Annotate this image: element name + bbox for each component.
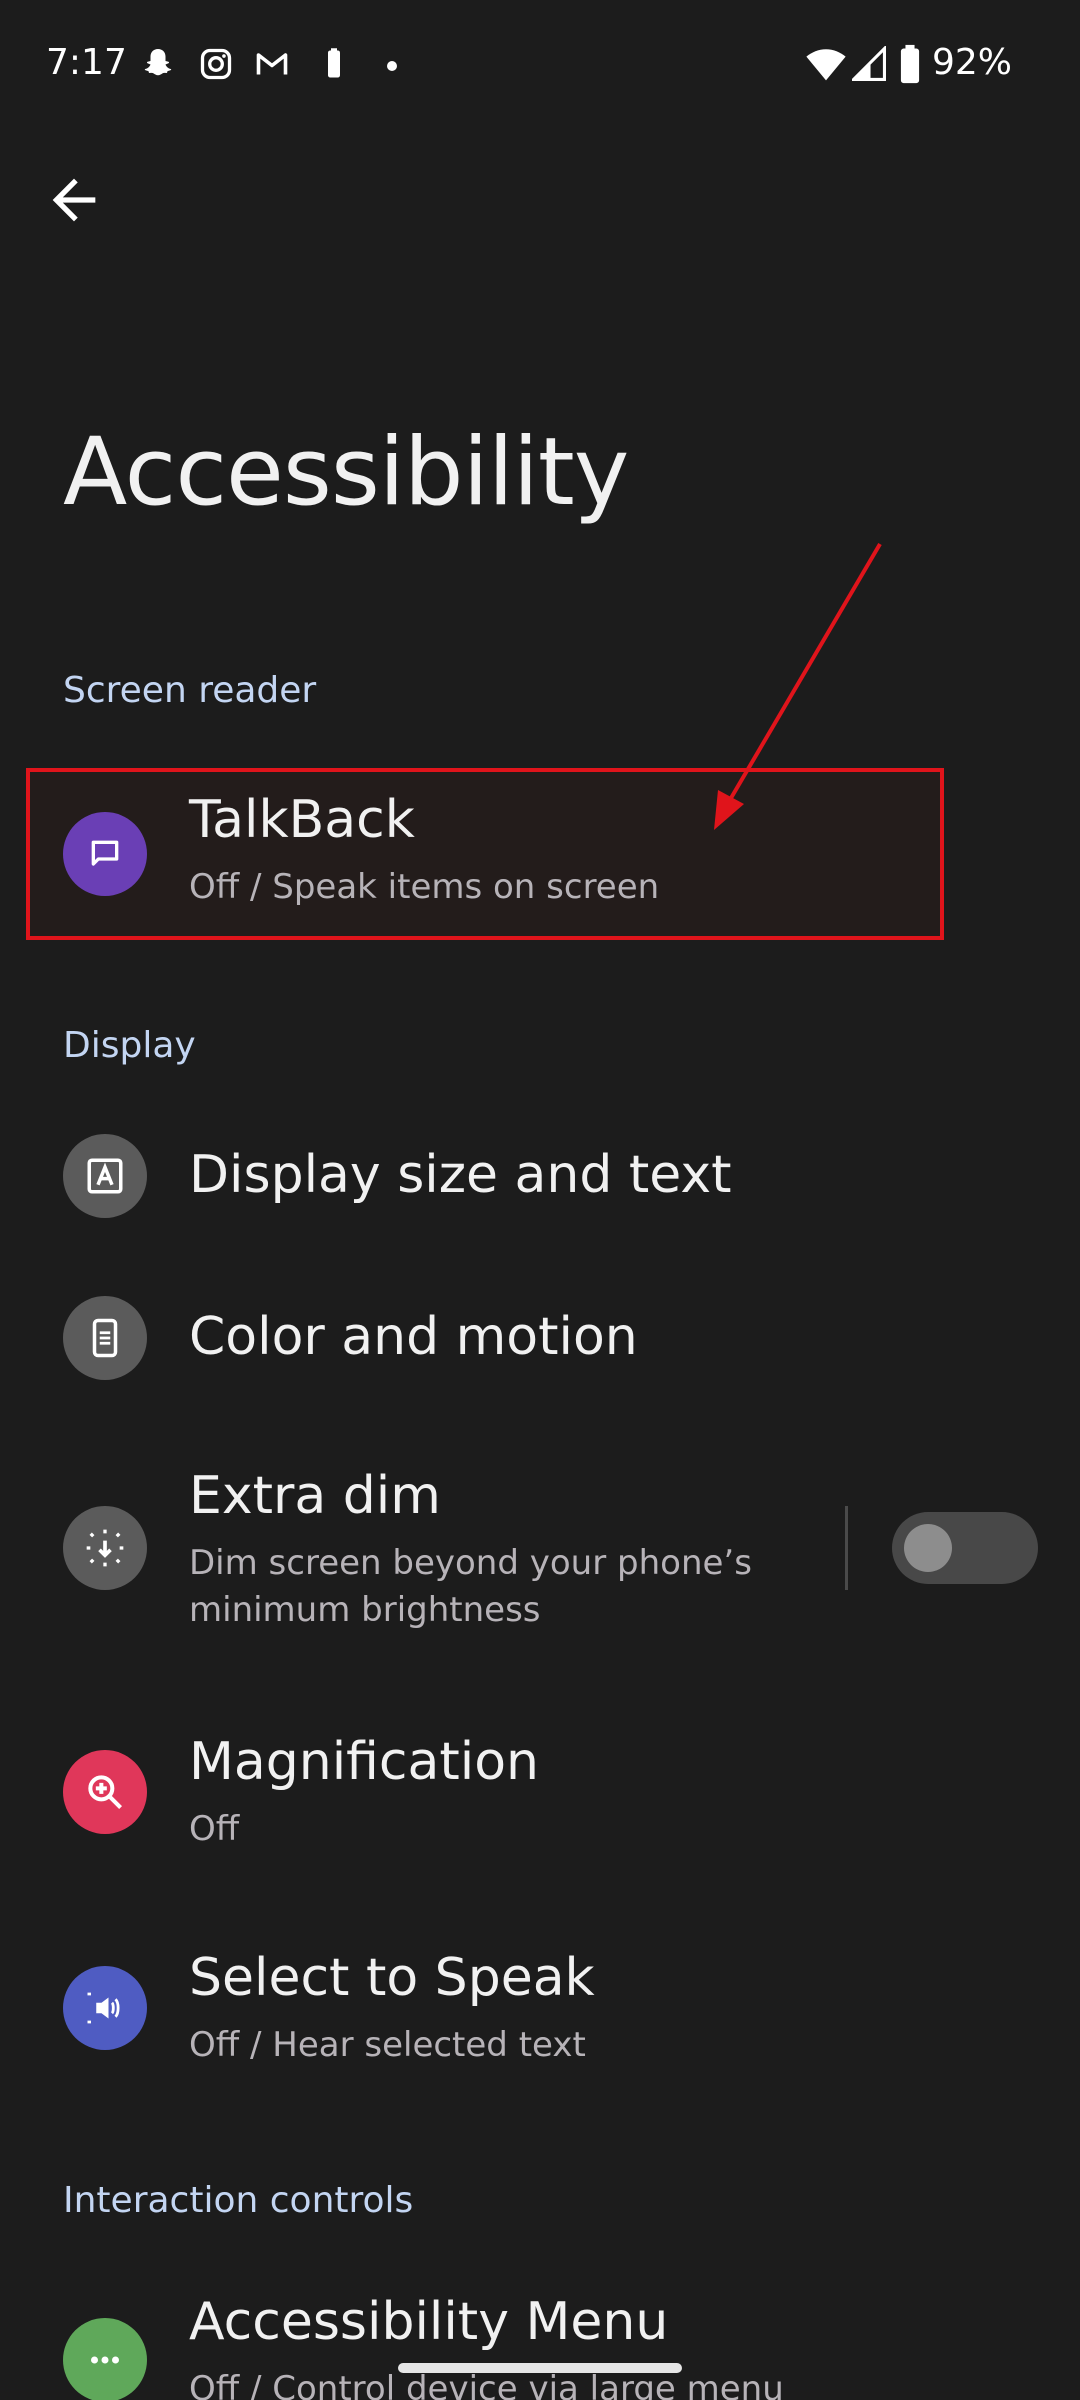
battery-saver-icon [328, 48, 340, 78]
talkback-subtitle: Off / Speak items on screen [189, 867, 660, 907]
snapchat-icon [144, 49, 172, 76]
speaker-icon [63, 1966, 147, 2050]
instagram-icon [200, 48, 232, 80]
wifi-icon [806, 49, 846, 81]
talkback-title: TalkBack [189, 790, 415, 850]
setting-magnification[interactable]: Magnification Off [0, 1730, 1080, 1880]
dot-icon [387, 61, 397, 71]
section-header-interaction-controls: Interaction controls [63, 2180, 414, 2221]
cell-signal-icon [852, 46, 886, 81]
section-header-screen-reader: Screen reader [63, 670, 317, 711]
arrow-back-icon [52, 178, 96, 222]
setting-talkback[interactable]: TalkBack Off / Speak items on screen [0, 768, 1080, 940]
extra-dim-title: Extra dim [189, 1466, 441, 1526]
setting-color-and-motion[interactable]: Color and motion [0, 1288, 1080, 1388]
magnification-subtitle: Off [189, 1809, 240, 1849]
annotation-arrow [714, 542, 882, 830]
battery-percent: 92% [932, 42, 1013, 83]
select-to-speak-title: Select to Speak [189, 1948, 595, 2008]
brightness-icon [63, 1506, 147, 1590]
gesture-navigation-bar[interactable] [398, 2363, 682, 2373]
phone-icon [63, 1296, 147, 1380]
back-button[interactable] [42, 168, 106, 232]
page-title: Accessibility [63, 418, 629, 527]
accessibility-menu-title: Accessibility Menu [189, 2292, 669, 2352]
select-to-speak-subtitle: Off / Hear selected text [189, 2025, 586, 2065]
setting-select-to-speak[interactable]: Select to Speak Off / Hear selected text [0, 1946, 1080, 2096]
zoom-in-icon [63, 1750, 147, 1834]
divider [845, 1506, 848, 1590]
extra-dim-toggle[interactable] [892, 1512, 1038, 1584]
toggle-thumb [904, 1524, 952, 1572]
battery-icon [900, 44, 920, 84]
text-format-icon [63, 1134, 147, 1218]
chat-bubble-icon [63, 812, 147, 896]
extra-dim-subtitle-line2: minimum brightness [189, 1590, 541, 1630]
setting-display-size-and-text[interactable]: Display size and text [0, 1126, 1080, 1226]
gmail-icon [256, 53, 288, 75]
more-icon [63, 2318, 147, 2400]
status-bar: 7:17 92% [0, 0, 1080, 130]
display-size-title: Display size and text [189, 1145, 732, 1205]
magnification-title: Magnification [189, 1732, 539, 1792]
status-time: 7:17 [46, 42, 127, 83]
color-motion-title: Color and motion [189, 1307, 638, 1367]
section-header-display: Display [63, 1025, 196, 1066]
extra-dim-subtitle-line1: Dim screen beyond your phone’s [189, 1543, 752, 1583]
setting-accessibility-menu[interactable]: Accessibility Menu Off / Control device … [0, 2284, 1080, 2400]
